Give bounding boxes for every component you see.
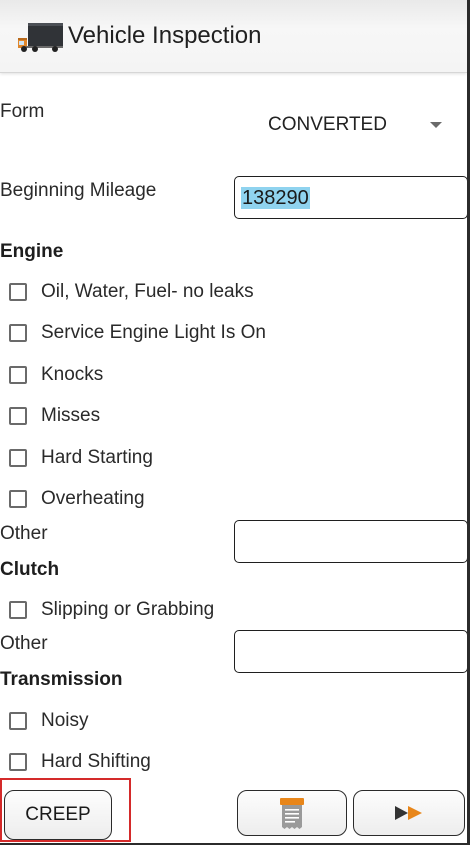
checkbox-label: Overheating [41, 488, 145, 509]
checkbox-box[interactable] [9, 283, 27, 301]
checkbox-label: Noisy [41, 710, 89, 731]
fast-forward-icon [395, 806, 422, 820]
form-selected-value: CONVERTED [268, 114, 387, 135]
form-spinner[interactable]: CONVERTED [268, 113, 458, 139]
app-title: Vehicle Inspection [68, 22, 262, 49]
document-button[interactable] [237, 790, 347, 836]
beginning-mileage-label: Beginning Mileage [0, 180, 157, 201]
section-transmission-title: Transmission [0, 669, 123, 690]
engine-other-input[interactable] [234, 520, 468, 563]
dropdown-arrow-icon [430, 122, 442, 128]
clutch-other-label: Other [0, 633, 48, 654]
form-label: Form [0, 101, 45, 122]
checkbox-label: Hard Shifting [41, 751, 151, 772]
checkbox-label: Misses [41, 405, 101, 426]
engine-other-label: Other [0, 523, 48, 544]
mileage-selected-text: 138290 [241, 187, 310, 209]
beginning-mileage-input[interactable]: 138290 [234, 176, 468, 219]
checkbox-label: Oil, Water, Fuel- no leaks [41, 281, 254, 302]
checkbox-label: Hard Starting [41, 447, 153, 468]
truck-icon [18, 23, 63, 52]
checkbox-box[interactable] [9, 490, 27, 508]
section-engine-title: Engine [0, 241, 64, 262]
checkbox-box[interactable] [9, 753, 27, 771]
next-button[interactable] [353, 790, 465, 836]
checkbox-label: Knocks [41, 364, 104, 385]
section-clutch-title: Clutch [0, 559, 60, 580]
clutch-other-input[interactable] [234, 630, 468, 673]
checkbox-box[interactable] [9, 407, 27, 425]
checkbox-box[interactable] [9, 449, 27, 467]
receipt-icon [280, 798, 304, 829]
checkbox-box[interactable] [9, 712, 27, 730]
checkbox-label: Slipping or Grabbing [41, 599, 215, 620]
app-bar: Vehicle Inspection [0, 0, 467, 73]
checkbox-box[interactable] [9, 324, 27, 342]
checkbox-label: Service Engine Light Is On [41, 322, 266, 343]
checkbox-box[interactable] [9, 366, 27, 384]
creep-highlight-box [0, 778, 131, 842]
checkbox-box[interactable] [9, 601, 27, 619]
